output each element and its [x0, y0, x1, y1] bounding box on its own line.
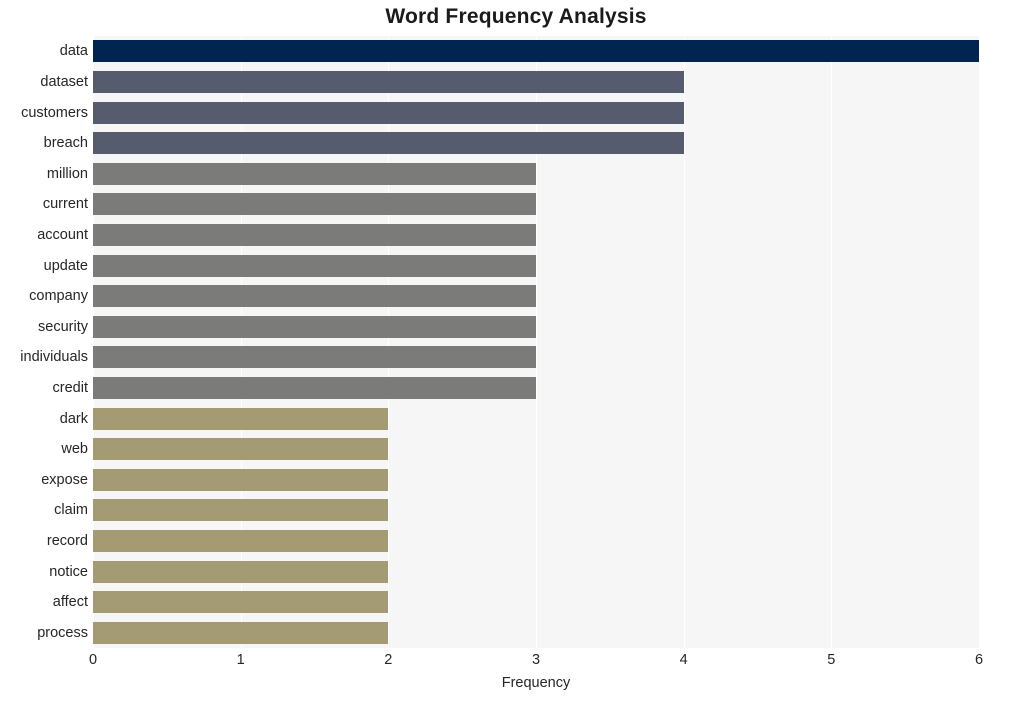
- x-axis-tick-label: 3: [531, 652, 541, 668]
- gridline-vertical: [536, 36, 537, 648]
- bar-row[interactable]: [93, 407, 979, 430]
- bar[interactable]: [93, 529, 389, 552]
- x-axis-tick-label: 1: [236, 652, 245, 668]
- gridline-vertical: [388, 36, 390, 648]
- gridline-vertical: [93, 36, 94, 648]
- bar[interactable]: [93, 407, 389, 430]
- y-axis-tick-labels: data dataset customers breach million current…: [0, 36, 88, 648]
- bar-row[interactable]: [93, 621, 979, 644]
- bar-row[interactable]: [93, 468, 979, 491]
- bar[interactable]: [93, 254, 536, 277]
- bar[interactable]: [93, 346, 536, 369]
- bar[interactable]: [93, 162, 536, 185]
- bar[interactable]: [93, 70, 684, 93]
- bar-row[interactable]: [93, 315, 979, 338]
- bar[interactable]: [93, 621, 389, 644]
- bar-row[interactable]: [93, 285, 979, 308]
- chart-title: Word Frequency Analysis: [385, 5, 647, 28]
- y-axis-tick-label: update: [43, 257, 88, 274]
- bar[interactable]: [93, 40, 979, 63]
- bar[interactable]: [93, 438, 389, 461]
- bar-row[interactable]: [93, 162, 979, 185]
- y-axis-tick-label: affect: [52, 594, 88, 611]
- gridline-vertical: [831, 36, 833, 648]
- y-axis-tick-label: web: [61, 441, 88, 458]
- bar-row[interactable]: [93, 499, 979, 522]
- gridline-vertical: [979, 36, 980, 648]
- x-axis-tick-label: 2: [384, 652, 393, 668]
- bar[interactable]: [93, 468, 389, 491]
- y-axis-tick-label: security: [38, 318, 88, 335]
- y-axis-tick-label: notice: [49, 563, 88, 580]
- y-axis-tick-label: data: [59, 43, 88, 60]
- bar-row[interactable]: [93, 132, 979, 155]
- y-axis-tick-label: claim: [54, 502, 88, 519]
- y-axis-tick-label: million: [46, 165, 88, 182]
- word-frequency-chart: Word Frequency Analysis data dataset custo…: [0, 0, 1032, 701]
- bar[interactable]: [93, 560, 389, 583]
- bar-row[interactable]: [93, 193, 979, 216]
- gridline-vertical: [240, 36, 242, 648]
- x-axis-tick-label: 6: [974, 652, 984, 668]
- bar-row[interactable]: [93, 101, 979, 124]
- y-axis-tick-label: expose: [41, 471, 88, 488]
- bar[interactable]: [93, 376, 536, 399]
- bar-row[interactable]: [93, 40, 979, 63]
- y-axis-tick-label: credit: [52, 379, 88, 396]
- y-axis-tick-label: record: [46, 532, 88, 549]
- plot-area: [93, 36, 980, 648]
- y-axis-tick-label: account: [37, 226, 88, 243]
- bar[interactable]: [93, 223, 536, 246]
- bar[interactable]: [93, 193, 536, 216]
- y-axis-tick-label: current: [42, 196, 88, 213]
- bar[interactable]: [93, 285, 536, 308]
- y-axis-tick-label: customers: [21, 104, 88, 121]
- bar-row[interactable]: [93, 70, 979, 93]
- bar-row[interactable]: [93, 223, 979, 246]
- x-axis-tick-label: 4: [679, 652, 688, 668]
- y-axis-tick-label: dark: [59, 410, 88, 427]
- bar[interactable]: [93, 132, 684, 155]
- x-axis-tick-label: 5: [827, 652, 836, 668]
- bar[interactable]: [93, 315, 536, 338]
- bar-row[interactable]: [93, 254, 979, 277]
- x-axis-tick-label: 0: [88, 652, 98, 668]
- bar-row[interactable]: [93, 346, 979, 369]
- bar-row[interactable]: [93, 560, 979, 583]
- bar-row[interactable]: [93, 376, 979, 399]
- bar-row[interactable]: [93, 591, 979, 614]
- bar[interactable]: [93, 591, 389, 614]
- gridline-vertical: [683, 36, 685, 648]
- y-axis-tick-label: company: [29, 288, 88, 305]
- bar-row[interactable]: [93, 529, 979, 552]
- bar[interactable]: [93, 499, 389, 522]
- bar-row[interactable]: [93, 438, 979, 461]
- x-axis-label: Frequency: [501, 675, 571, 691]
- x-axis-tick-labels: 0 1 2 3 4 5 6: [89, 652, 983, 674]
- bar[interactable]: [93, 101, 684, 124]
- y-axis-tick-label: process: [37, 624, 88, 641]
- y-axis-tick-label: individuals: [20, 349, 88, 366]
- y-axis-tick-label: dataset: [40, 73, 88, 90]
- y-axis-tick-label: breach: [43, 135, 88, 152]
